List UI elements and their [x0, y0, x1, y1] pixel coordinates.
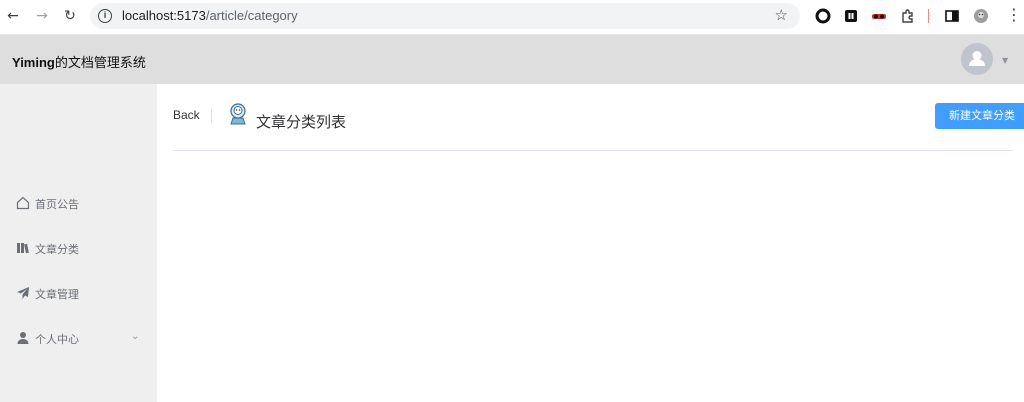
send-icon [17, 287, 29, 299]
extension-glasses-icon[interactable] [871, 8, 887, 24]
profile-avatar-icon[interactable] [973, 8, 989, 24]
brand-subtitle: 的文档管理系统 [54, 55, 146, 70]
sidebar-item-personal-center[interactable]: 个人中心 ⌄ [0, 317, 157, 361]
side-panel-icon[interactable] [944, 8, 960, 24]
sidebar-item-article-manage[interactable]: 文章管理 [0, 272, 157, 316]
site-info-icon[interactable]: i [98, 9, 112, 23]
back-arrow-icon[interactable]: ← [4, 7, 22, 25]
user-icon [17, 332, 29, 344]
page-title: 文章分类列表 [256, 113, 347, 131]
new-category-button[interactable]: 新建文章分类 [935, 103, 1024, 129]
address-bar[interactable]: i localhost:5173/article/category ☆ [90, 3, 800, 29]
main-content: Back 文章分类列表 新建文章分类 [157, 84, 1024, 402]
app-header: Yiming的文档管理系统 ▼ [0, 35, 1024, 84]
user-avatar-icon [969, 51, 985, 66]
sidebar-item-label: 首页公告 [35, 198, 79, 211]
forward-arrow-icon[interactable]: → [33, 7, 51, 25]
sidebar-item-label: 文章分类 [35, 243, 79, 256]
books-icon [17, 243, 29, 254]
url-host: localhost:5173 [122, 8, 206, 23]
app-brand: Yiming的文档管理系统 [12, 52, 146, 71]
browser-toolbar: ← → ↻ i localhost:5173/article/category … [0, 0, 1024, 35]
sidebar: 首页公告 文章分类 文章管理 个人中心 ⌄ [0, 84, 157, 402]
avatar-dropdown-icon[interactable]: ▼ [1002, 56, 1008, 65]
sidebar-item-label: 文章管理 [35, 288, 79, 301]
url-path: /article/category [205, 8, 298, 23]
chevron-down-icon: ⌄ [131, 331, 140, 342]
extension-circle-icon[interactable] [815, 8, 831, 24]
url-text[interactable]: localhost:5173/article/category [122, 8, 298, 23]
browser-menu-icon[interactable]: ⋮ [1006, 6, 1022, 24]
reload-icon[interactable]: ↻ [61, 7, 79, 25]
extensions-puzzle-icon[interactable] [900, 8, 916, 24]
page-header: Back 文章分类列表 新建文章分类 [173, 84, 1024, 151]
sidebar-item-label: 个人中心 [35, 333, 79, 346]
extension-square-icon[interactable] [843, 8, 859, 24]
home-icon [16, 196, 30, 210]
back-link[interactable]: Back [173, 108, 200, 122]
header-divider [211, 109, 212, 123]
sidebar-item-home[interactable]: 首页公告 [0, 182, 157, 226]
brand-name: Yiming [12, 55, 55, 70]
category-mascot-icon [230, 103, 246, 125]
sidebar-item-article-category[interactable]: 文章分类 [0, 227, 157, 271]
bookmark-star-icon[interactable]: ☆ [775, 6, 788, 24]
toolbar-divider [928, 9, 929, 23]
user-avatar[interactable] [961, 43, 993, 75]
